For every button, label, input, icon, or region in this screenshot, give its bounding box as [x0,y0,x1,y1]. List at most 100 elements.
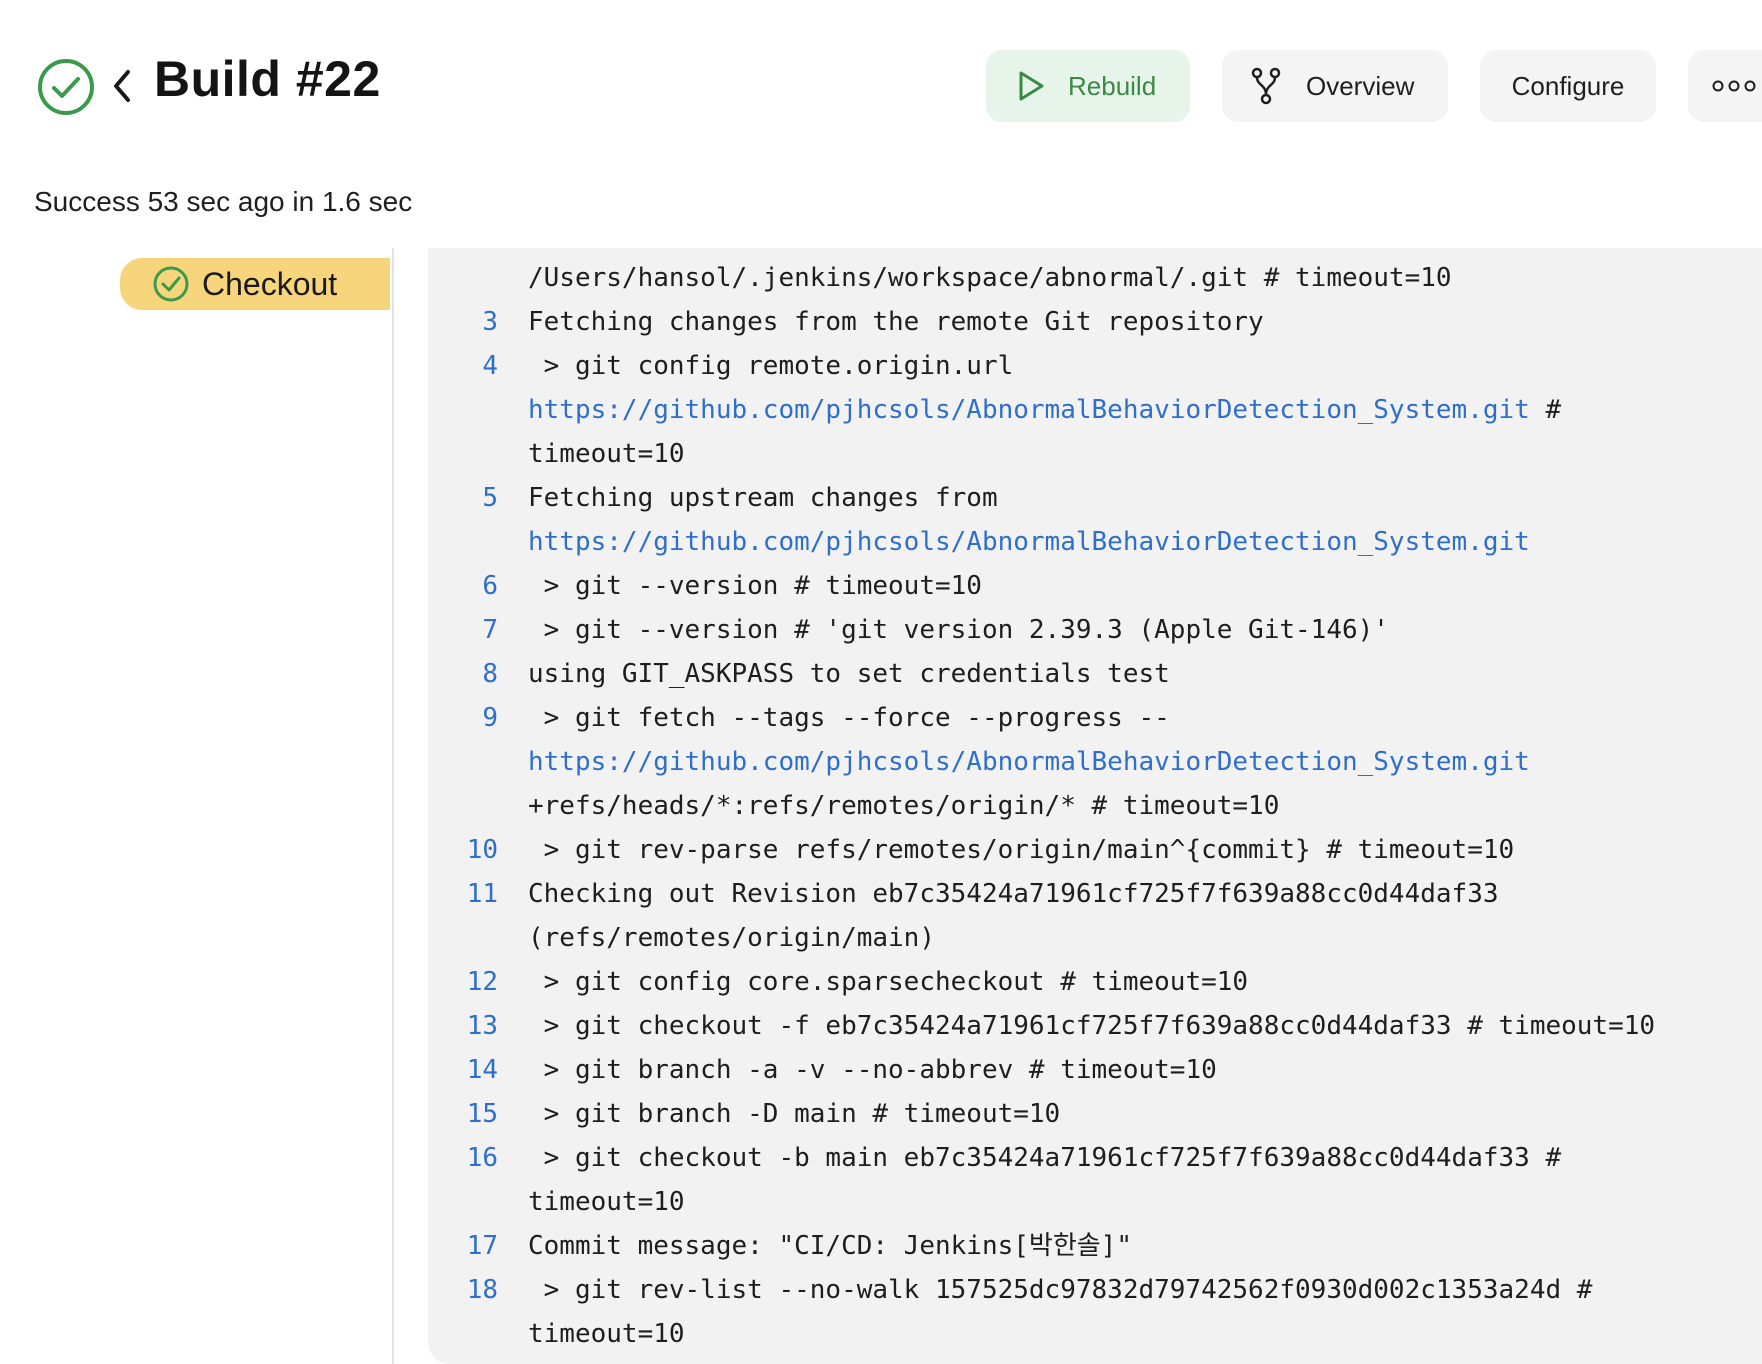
log-line: 7 > git --version # 'git version 2.39.3 … [428,608,1762,652]
log-line: https://github.com/pjhcsols/AbnormalBeha… [428,388,1762,432]
log-line-text: https://github.com/pjhcsols/AbnormalBeha… [528,740,1530,784]
more-options-button[interactable] [1688,50,1762,122]
log-line-number[interactable]: 7 [428,608,528,652]
log-text: using GIT_ASKPASS to set credentials tes… [528,659,1170,689]
log-line: https://github.com/pjhcsols/AbnormalBeha… [428,520,1762,564]
log-line-text: /Users/hansol/.jenkins/workspace/abnorma… [528,256,1452,300]
log-line-number[interactable] [428,1312,528,1356]
log-line-number[interactable]: 9 [428,696,528,740]
log-line: 18 > git rev-list --no-walk 157525dc9783… [428,1268,1762,1312]
log-line: (refs/remotes/origin/main) [428,916,1762,960]
log-line-text: timeout=10 [528,1312,685,1356]
log-line-number[interactable]: 18 [428,1268,528,1312]
log-line-number[interactable]: 13 [428,1004,528,1048]
log-line: 12 > git config core.sparsecheckout # ti… [428,960,1762,1004]
log-text: (refs/remotes/origin/main) [528,923,935,953]
console-log[interactable]: 2 > git rev-parse --resolve-git-dir/User… [428,248,1762,1364]
log-line-number[interactable] [428,256,528,300]
stage-item-checkout[interactable]: Checkout [120,258,390,310]
log-line-text: > git rev-parse --resolve-git-dir [528,248,1061,256]
log-line-number[interactable] [428,1180,528,1224]
log-line-number[interactable] [428,432,528,476]
branch-icon [1251,67,1281,105]
log-line-text: > git branch -D main # timeout=10 [528,1092,1061,1136]
log-line-number[interactable]: 8 [428,652,528,696]
log-line-text: > git branch -a -v --no-abbrev # timeout… [528,1048,1217,1092]
log-line-text: Commit message: "CI/CD: Jenkins[박한솔]" [528,1224,1132,1268]
log-line-text: Fetching upstream changes from [528,476,998,520]
log-line: 16 > git checkout -b main eb7c35424a7196… [428,1136,1762,1180]
log-text: > git checkout -f eb7c35424a71961cf725f7… [528,1011,1656,1041]
log-line-text: https://github.com/pjhcsols/AbnormalBeha… [528,388,1561,432]
log-line-number[interactable] [428,916,528,960]
log-text: > git rev-parse refs/remotes/origin/main… [528,835,1515,865]
configure-button[interactable]: Configure [1480,50,1656,122]
build-header: Build #22 Rebuild Overview Configure Suc… [0,0,1762,248]
log-text: > git checkout -b main eb7c35424a71961cf… [528,1143,1562,1173]
log-line: /Users/hansol/.jenkins/workspace/abnorma… [428,256,1762,300]
log-line-number[interactable]: 5 [428,476,528,520]
log-line-text: > git --version # 'git version 2.39.3 (A… [528,608,1389,652]
stage-success-icon [153,266,189,302]
log-line-text: > git rev-list --no-walk 157525dc97832d7… [528,1268,1593,1312]
log-line: timeout=10 [428,1180,1762,1224]
log-line-number[interactable]: 17 [428,1224,528,1268]
log-line-number[interactable]: 11 [428,872,528,916]
overview-button[interactable]: Overview [1222,50,1448,122]
play-icon [1019,71,1044,101]
log-text: timeout=10 [528,1187,685,1217]
log-line: https://github.com/pjhcsols/AbnormalBeha… [428,740,1762,784]
rebuild-label: Rebuild [1068,70,1157,101]
log-text: Fetching upstream changes from [528,483,998,513]
chevron-left-icon[interactable] [108,66,136,106]
repo-link[interactable]: https://github.com/pjhcsols/AbnormalBeha… [528,747,1530,777]
log-line-number[interactable]: 10 [428,828,528,872]
log-line-number[interactable] [428,784,528,828]
log-line-text: > git --version # timeout=10 [528,564,982,608]
log-line-number[interactable]: 3 [428,300,528,344]
log-line-text: > git rev-parse refs/remotes/origin/main… [528,828,1515,872]
log-line-number[interactable]: 2 [428,248,528,256]
log-line-number[interactable]: 14 [428,1048,528,1092]
log-line-number[interactable]: 4 [428,344,528,388]
log-line-number[interactable] [428,520,528,564]
log-line: timeout=10 [428,1312,1762,1356]
log-line-number[interactable]: 15 [428,1092,528,1136]
log-line-number[interactable] [428,740,528,784]
log-line: 4 > git config remote.origin.url [428,344,1762,388]
log-line-number[interactable]: 16 [428,1136,528,1180]
log-line-text: > git config remote.origin.url [528,344,1014,388]
configure-label: Configure [1511,70,1625,101]
log-line-number[interactable]: 6 [428,564,528,608]
log-line: 17 Commit message: "CI/CD: Jenkins[박한솔]" [428,1224,1762,1268]
repo-link[interactable]: https://github.com/pjhcsols/AbnormalBeha… [528,527,1530,557]
log-text: timeout=10 [528,1319,685,1349]
log-line: 6 > git --version # timeout=10 [428,564,1762,608]
log-line: 10 > git rev-parse refs/remotes/origin/m… [428,828,1762,872]
log-line-number[interactable]: 12 [428,960,528,1004]
log-text: timeout=10 [528,439,685,469]
log-line: 2 > git rev-parse --resolve-git-dir [428,248,1762,256]
log-text: /Users/hansol/.jenkins/workspace/abnorma… [528,263,1452,293]
log-text: > git --version # 'git version 2.39.3 (A… [528,615,1389,645]
log-line-text: https://github.com/pjhcsols/AbnormalBeha… [528,520,1530,564]
build-status-text: Success 53 sec ago in 1.6 sec [34,186,413,217]
log-line-text: +refs/heads/*:refs/remotes/origin/* # ti… [528,784,1279,828]
log-line-number[interactable] [428,388,528,432]
log-line-text: > git checkout -b main eb7c35424a71961cf… [528,1136,1561,1180]
log-text: > git branch -D main # timeout=10 [528,1099,1061,1129]
log-line: 15 > git branch -D main # timeout=10 [428,1092,1762,1136]
log-line-text: using GIT_ASKPASS to set credentials tes… [528,652,1170,696]
rebuild-button[interactable]: Rebuild [986,50,1190,122]
log-line-text: Fetching changes from the remote Git rep… [528,300,1264,344]
log-text: > git fetch --tags --force --progress -- [528,703,1170,733]
log-line-text: timeout=10 [528,432,685,476]
log-text: # [1529,395,1562,425]
more-icon [1712,80,1756,92]
log-text: > git rev-parse --resolve-git-dir [528,248,1061,249]
log-text: > git config remote.origin.url [528,351,1014,381]
log-line: 3 Fetching changes from the remote Git re… [428,300,1762,344]
log-line-text: (refs/remotes/origin/main) [528,916,935,960]
repo-link[interactable]: https://github.com/pjhcsols/AbnormalBeha… [528,395,1530,425]
log-line: 14 > git branch -a -v --no-abbrev # time… [428,1048,1762,1092]
